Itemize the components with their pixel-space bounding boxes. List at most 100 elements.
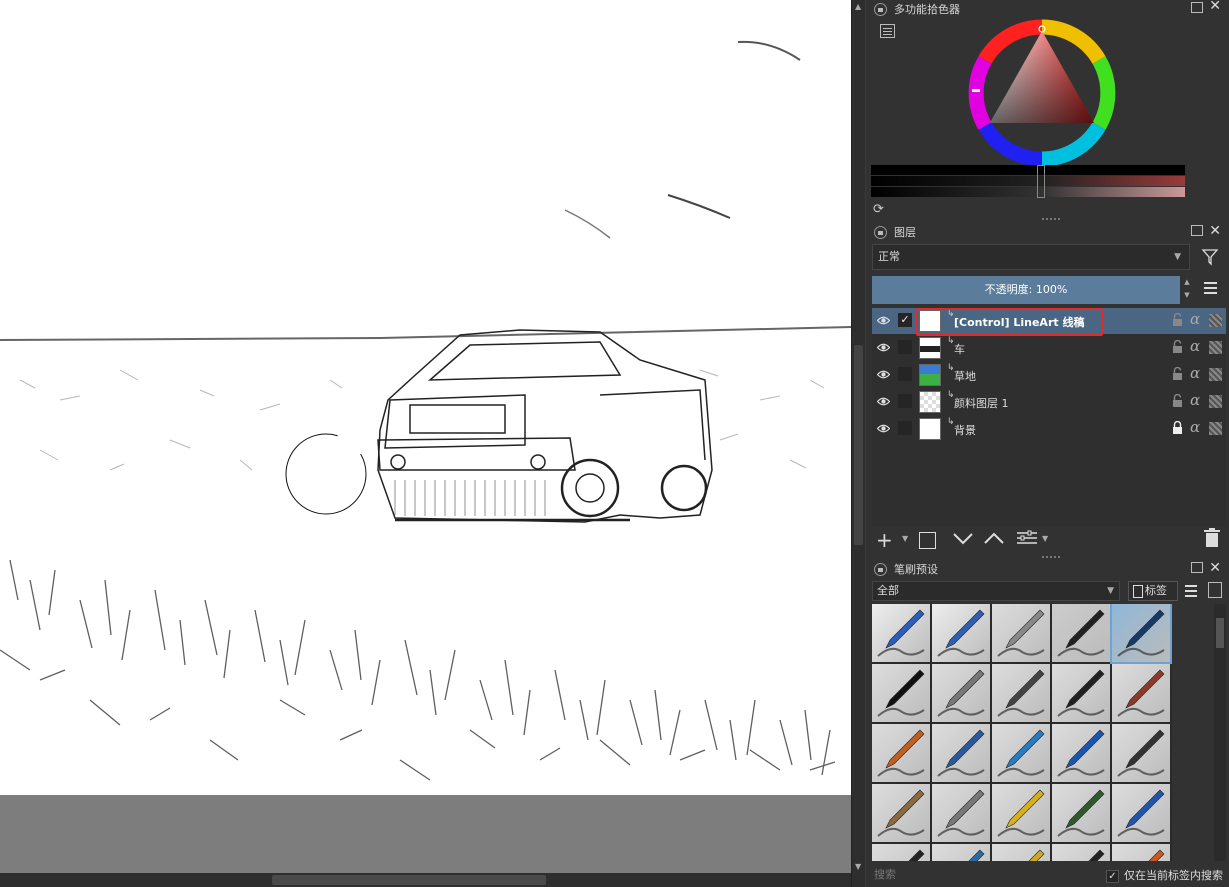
blue-pencil-brush-icon[interactable] [932,724,990,782]
scroll-down-icon[interactable]: ▼ [855,862,861,871]
float-icon[interactable] [1191,2,1203,13]
brush-preset-icon[interactable] [992,844,1050,861]
hue-slider[interactable] [871,165,1185,175]
layer-row[interactable]: ↳ 颜料图层 1α [872,389,1226,415]
delete-layer-icon[interactable] [1204,528,1220,553]
locked-icon[interactable] [1172,420,1183,434]
tag-button[interactable]: 标签 [1128,581,1178,601]
layer-list[interactable]: ✓ ↳ [Control] LineArt 线稿 α ↳ 车 α ↳ 草地 α ↳ 颜料图层 1 α ↳ 背… [872,308,1226,526]
close-icon[interactable]: ✕ [1209,560,1221,576]
close-icon[interactable]: ✕ [1209,223,1221,239]
checkbox[interactable]: ✓ [1106,869,1119,883]
add-layer-icon[interactable]: + [876,528,893,552]
blur-brush-icon[interactable] [992,604,1050,662]
unlocked-icon[interactable] [1172,312,1183,326]
float-icon[interactable] [1191,225,1203,236]
document-canvas[interactable] [0,0,851,795]
layer-row[interactable]: ↳ 草地 α [872,362,1226,388]
canvas-vertical-scrollbar[interactable]: ▲ ▼ [851,0,865,887]
hamburger-menu-icon[interactable] [1204,282,1217,296]
lock-icon[interactable] [874,562,887,576]
brush-preset-icon[interactable] [932,844,990,861]
colored-pencil-brush-icon[interactable] [992,724,1050,782]
float-icon[interactable] [1191,562,1203,573]
layer-checkbox[interactable] [898,421,912,435]
visibility-eye-icon[interactable] [876,422,891,435]
fineliner-brush-icon[interactable] [1112,724,1170,782]
pencil-soft-brush-icon[interactable] [932,664,990,722]
slider-handle[interactable] [1037,165,1045,198]
panel-splitter[interactable] [1042,218,1060,221]
brush-search-input[interactable]: 搜索 [872,865,1102,885]
layer-checkbox[interactable] [898,394,912,408]
hamburger-menu-icon[interactable] [1185,585,1197,597]
layer-checkbox[interactable] [898,367,912,381]
chevron-down-icon[interactable]: ▼ [902,534,908,543]
inherit-alpha-icon[interactable] [1209,368,1222,381]
color-sliders[interactable] [871,165,1185,198]
eraser-brush-icon[interactable] [872,604,930,662]
reset-icon[interactable]: ⟳ [873,202,884,217]
ink-brush-icon[interactable] [1052,664,1110,722]
view-mode-icon[interactable] [1208,582,1222,598]
color-wheel[interactable] [966,17,1118,169]
canvas-area[interactable] [0,0,851,887]
value-slider[interactable] [871,187,1185,197]
scrollbar-thumb[interactable] [1216,618,1224,648]
technical-pen-brush-icon[interactable] [932,784,990,842]
canvas-horizontal-scrollbar[interactable] [0,873,851,887]
brush-scrollbar[interactable] [1214,604,1226,861]
brush-preset-icon[interactable] [1052,844,1110,861]
opacity-spinbox[interactable]: ▲ ▼ [1181,276,1193,304]
felt-pen-brush-icon[interactable] [872,664,930,722]
visibility-eye-icon[interactable] [876,341,891,354]
scrollbar-thumb[interactable] [272,875,546,885]
marker-brush-icon[interactable] [1110,604,1172,664]
duplicate-layer-icon[interactable] [919,532,936,549]
saturation-slider[interactable] [871,176,1185,186]
layer-properties-icon[interactable] [1016,528,1038,553]
visibility-eye-icon[interactable] [876,314,891,327]
brush-tag-select[interactable]: 全部 ▼ [872,581,1120,601]
alpha-lock-icon[interactable]: α [1190,337,1200,355]
lock-icon[interactable] [874,2,887,16]
charcoal-brush-icon[interactable] [1052,784,1110,842]
layer-row[interactable]: ↳ 车 α [872,335,1226,361]
alpha-lock-icon[interactable]: α [1190,418,1200,436]
paint-brush-icon[interactable] [872,724,930,782]
unlocked-icon[interactable] [1172,366,1183,380]
layer-row[interactable]: ↳ 背景 α [872,416,1226,442]
search-in-tag-checkbox[interactable]: ✓ 仅在当前标签内搜索 [1106,868,1223,884]
layer-checkbox[interactable]: ✓ [898,313,912,327]
visibility-eye-icon[interactable] [876,395,891,408]
brush-preset-icon[interactable] [872,844,930,861]
pen-brush-icon[interactable] [1052,724,1110,782]
layer-checkbox[interactable] [898,340,912,354]
panel-splitter[interactable] [1042,556,1060,559]
chevron-down-icon[interactable]: ▼ [1042,534,1048,543]
close-icon[interactable]: ✕ [1209,0,1221,14]
alpha-lock-icon[interactable]: α [1190,391,1200,409]
sketch-pen-brush-icon[interactable] [1112,784,1170,842]
brush-preset-grid[interactable] [872,604,1172,861]
ink-pen-brush-icon[interactable] [1052,604,1110,662]
eraser-pen-brush-icon[interactable] [932,604,990,662]
move-up-icon[interactable] [983,528,1005,553]
brush-preset-icon[interactable] [1112,844,1170,861]
inherit-alpha-icon[interactable] [1209,395,1222,408]
unlocked-icon[interactable] [1172,339,1183,353]
visibility-eye-icon[interactable] [876,368,891,381]
alpha-lock-icon[interactable]: α [1190,364,1200,382]
dry-brush-icon[interactable] [1112,664,1170,722]
unlocked-icon[interactable] [1172,393,1183,407]
pencil-grey-brush-icon[interactable] [992,664,1050,722]
lock-icon[interactable] [874,225,887,239]
inherit-alpha-icon[interactable] [1209,341,1222,354]
yellow-pencil-brush-icon[interactable] [992,784,1050,842]
inherit-alpha-icon[interactable] [1209,422,1222,435]
alpha-lock-icon[interactable]: α [1190,310,1200,328]
opacity-slider[interactable]: 不透明度: 100% [872,276,1180,304]
scrollbar-thumb[interactable] [854,345,863,545]
scroll-up-icon[interactable]: ▲ [855,2,861,11]
wood-pencil-brush-icon[interactable] [872,784,930,842]
